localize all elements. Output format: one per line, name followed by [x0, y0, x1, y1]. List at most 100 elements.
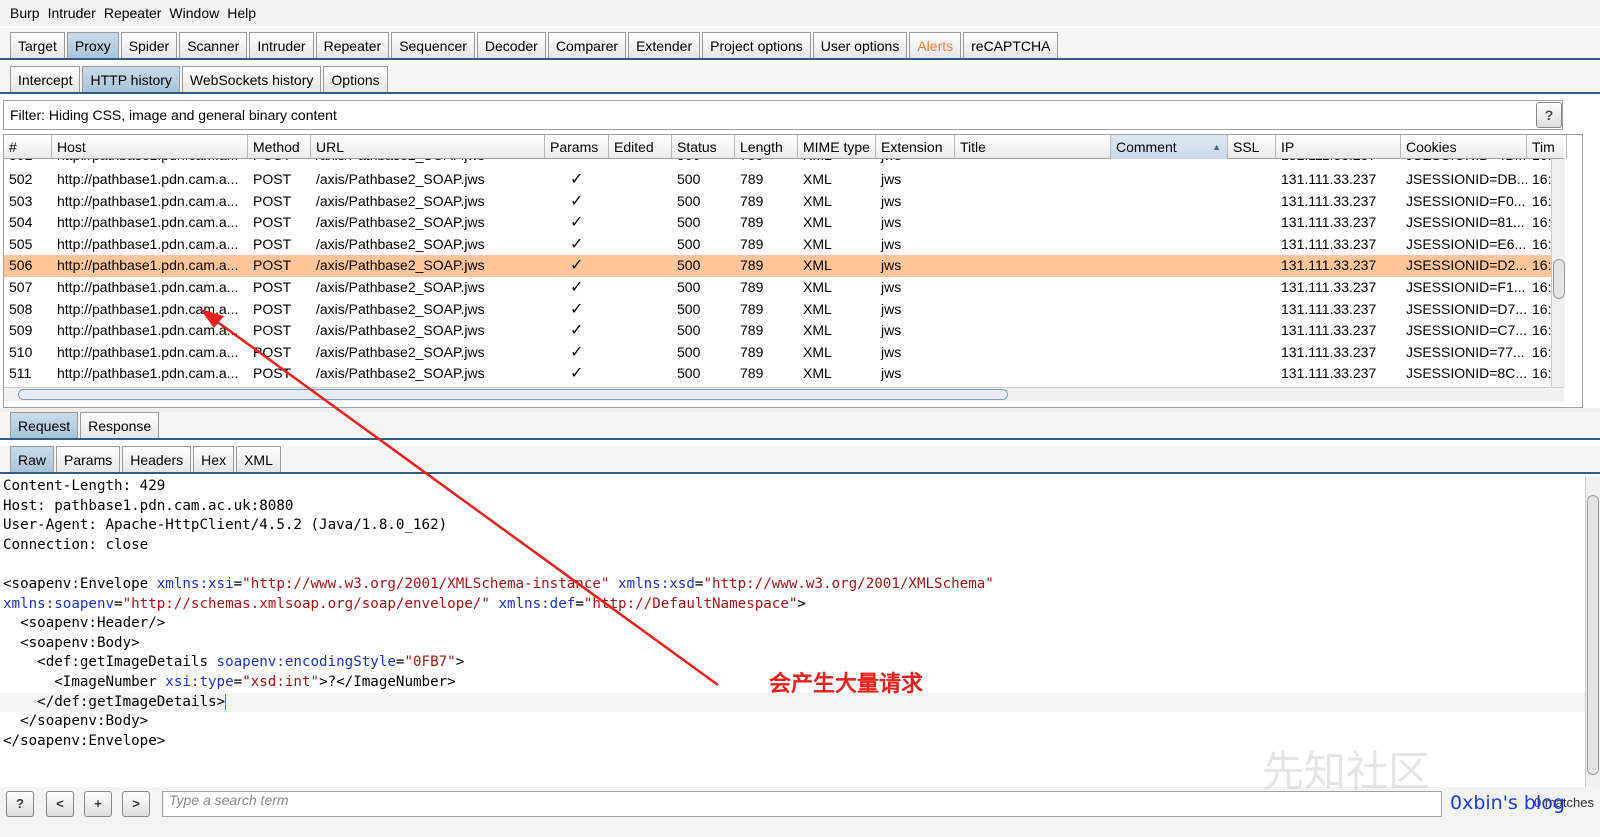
cell-mime: XML [803, 257, 832, 274]
tab-sequencer[interactable]: Sequencer [391, 32, 475, 58]
column-header-edited[interactable]: Edited [609, 135, 672, 159]
next-match-button[interactable]: > [122, 791, 150, 817]
xml-string: "http://DefaultNamespace" [583, 595, 798, 612]
proxy-tab-websockets-history[interactable]: WebSockets history [181, 66, 322, 92]
column-header-label: Host [57, 139, 86, 155]
column-header-mime-type[interactable]: MIME type [798, 135, 876, 159]
table-row[interactable]: 509 http://pathbase1.pdn.cam.a... POST/axi… [4, 320, 1564, 342]
column-header-params[interactable]: Params [545, 135, 609, 159]
cell-cookies: JSESSIONID=8C... [1406, 365, 1527, 382]
code-line: Host: pathbase1.pdn.cam.ac.uk:8080 [3, 497, 293, 517]
table-row[interactable]: 505 http://pathbase1.pdn.cam.a... POST/axi… [4, 234, 1564, 256]
code-line: <soapenv:Envelope xmlns:xsi="http://www.… [3, 575, 994, 595]
table-row[interactable]: 507 http://pathbase1.pdn.cam.a... POST/axi… [4, 277, 1564, 299]
view-tab-hex[interactable]: Hex [193, 446, 235, 472]
tab-comparer[interactable]: Comparer [547, 32, 627, 58]
column-header-length[interactable]: Length [735, 135, 798, 159]
code-line: Connection: close [3, 536, 148, 556]
scroll-thumb[interactable] [1553, 259, 1565, 299]
tab-scanner[interactable]: Scanner [179, 32, 248, 58]
filter-bar[interactable]: Filter: Hiding CSS, image and general bi… [3, 100, 1563, 130]
view-tab-bar: Raw Params Headers Hex XML [0, 446, 1600, 474]
menu-burp[interactable]: Burp [10, 5, 40, 21]
table-row-partial[interactable]: 501http://pathbase1.pdn.cam.a...POST/axi… [4, 159, 1564, 167]
cell-mime: XML [803, 192, 832, 209]
column-header-cookies[interactable]: Cookies [1401, 135, 1527, 159]
cell-method: POST [253, 257, 292, 274]
tab-project-options[interactable]: Project options [702, 32, 811, 58]
filter-help-button[interactable]: ? [1536, 102, 1562, 128]
column-header-number[interactable]: # [4, 135, 52, 159]
view-tab-params[interactable]: Params [56, 446, 121, 472]
cell-host: http://pathbase1.pdn.cam.a... [57, 365, 239, 382]
cell-ip: 131.111.33.237 [1281, 214, 1377, 231]
tab-recaptcha[interactable]: reCAPTCHA [963, 32, 1059, 58]
proxy-tab-options[interactable]: Options [323, 66, 388, 92]
column-header-ssl[interactable]: SSL [1228, 135, 1276, 159]
column-header-url[interactable]: URL [311, 135, 545, 159]
column-header-tim[interactable]: Tim [1527, 135, 1567, 159]
column-header-comment[interactable]: Comment ▲ [1111, 135, 1228, 159]
cell-params: ✓ [570, 214, 584, 232]
column-header-ip[interactable]: IP [1276, 135, 1401, 159]
view-tab-raw[interactable]: Raw [10, 446, 55, 472]
table-body: 501http://pathbase1.pdn.cam.a...POST/axi… [4, 159, 1564, 387]
tab-target[interactable]: Target [10, 32, 65, 58]
table-vertical-scrollbar[interactable] [1551, 159, 1565, 389]
menu-intruder[interactable]: Intruder [48, 5, 96, 21]
editor-scrollbar[interactable] [1585, 477, 1600, 787]
cell-mime: XML [803, 171, 832, 187]
menu-help[interactable]: Help [227, 5, 256, 21]
table-row[interactable]: 503 http://pathbase1.pdn.cam.a... POST/axi… [4, 191, 1564, 213]
tab-alerts[interactable]: Alerts [909, 32, 962, 58]
watermark: 先知社区 [1262, 747, 1431, 796]
column-header-status[interactable]: Status [672, 135, 735, 159]
menu-repeater[interactable]: Repeater [104, 5, 162, 21]
table-row[interactable]: 506 http://pathbase1.pdn.cam.a... POST/axi… [4, 255, 1564, 277]
tab-user-options[interactable]: User options [812, 32, 908, 58]
search-help-button[interactable]: ? [6, 791, 34, 817]
xml-string: "http://www.w3.org/2001/XMLSchema-instan… [242, 576, 610, 592]
column-header-extension[interactable]: Extension [876, 135, 955, 159]
cell-cookies: JSESSIONID=F1... [1406, 279, 1526, 295]
table-row[interactable]: 502 http://pathbase1.pdn.cam.a... POST/axi… [4, 169, 1564, 191]
tab-extender[interactable]: Extender [628, 32, 701, 58]
column-header-host[interactable]: Host [52, 135, 248, 159]
column-header-title[interactable]: Title [955, 135, 1111, 159]
column-header-label: Params [550, 139, 599, 155]
table-row[interactable]: 504 http://pathbase1.pdn.cam.a... POST/axi… [4, 212, 1564, 234]
previous-match-button[interactable]: < [46, 791, 74, 817]
code-line: <def:getImageDetails soapenv:encodingSty… [3, 653, 464, 673]
code-text: <soapenv:Header/> [3, 615, 166, 632]
tab-repeater[interactable]: Repeater [315, 32, 390, 58]
table-row[interactable]: 508 http://pathbase1.pdn.cam.a... POST/axi… [4, 299, 1564, 321]
proxy-tab-http-history[interactable]: HTTP history [82, 66, 180, 92]
tab-spider[interactable]: Spider [120, 32, 178, 58]
cell-params: ✓ [570, 235, 584, 253]
tab-proxy[interactable]: Proxy [66, 32, 119, 58]
message-tab-response[interactable]: Response [80, 412, 160, 438]
tab-intruder[interactable]: Intruder [249, 32, 314, 58]
column-header-method[interactable]: Method [248, 135, 311, 159]
proxy-tab-intercept[interactable]: Intercept [10, 66, 81, 92]
menu-window[interactable]: Window [169, 5, 219, 21]
view-tab-xml[interactable]: XML [236, 446, 281, 472]
message-tab-request[interactable]: Request [10, 412, 79, 438]
xml-attribute: xmlns:def [498, 595, 576, 612]
http-history-table: # Host Method URL Params Edited Status Length MI… [3, 134, 1583, 408]
view-tab-headers[interactable]: Headers [122, 446, 192, 472]
cell-ext: jws [881, 257, 902, 274]
tab-decoder[interactable]: Decoder [476, 32, 546, 58]
table-row[interactable]: 510 http://pathbase1.pdn.cam.a... POST/axi… [4, 342, 1564, 364]
cell-cookies: JSESSIONID=DB... [1406, 171, 1527, 187]
cell-status: 500 [677, 365, 701, 382]
scroll-thumb[interactable] [1587, 495, 1599, 775]
add-button[interactable]: + [84, 791, 112, 817]
table-horizontal-scrollbar[interactable] [4, 387, 1564, 401]
table-row[interactable]: 511 http://pathbase1.pdn.cam.a... POST/axi… [4, 363, 1564, 385]
code-text: = [114, 595, 123, 612]
cell-params: ✓ [570, 279, 584, 296]
scroll-thumb[interactable] [18, 389, 1008, 400]
menu-bar: Burp Intruder Repeater Window Help [0, 0, 1600, 26]
search-input[interactable]: Type a search term [162, 791, 1442, 817]
